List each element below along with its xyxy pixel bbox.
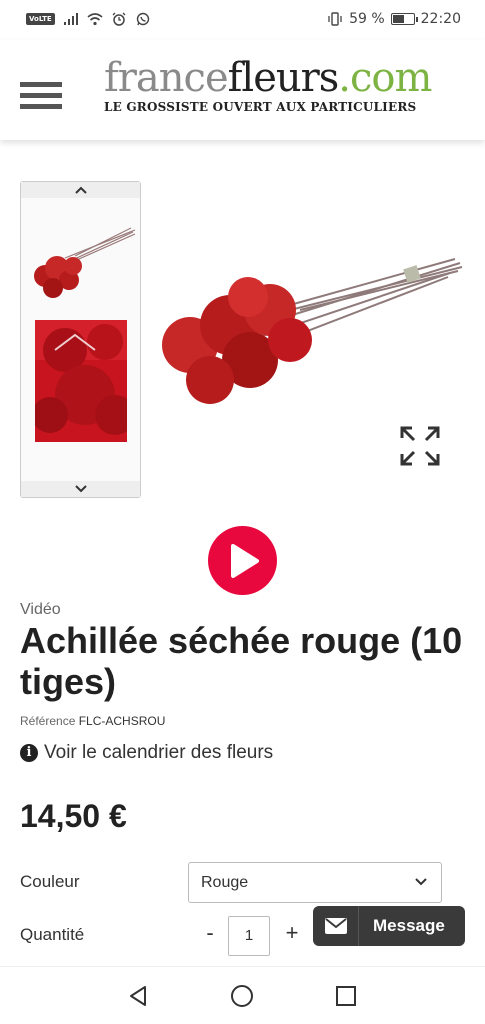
alarm-icon	[112, 12, 126, 26]
battery-icon	[390, 13, 418, 25]
status-bar: VoLTE 59 % 22:20	[0, 0, 485, 40]
signal-icon	[63, 13, 78, 25]
thumbnail-up-button[interactable]	[21, 182, 140, 198]
chevron-up-icon	[74, 186, 87, 194]
envelope-icon	[324, 918, 347, 934]
site-logo[interactable]: francefleurs.com LE GROSSISTE OUVERT AUX…	[104, 58, 444, 114]
battery-level	[392, 15, 404, 23]
expand-icon[interactable]	[400, 426, 440, 466]
system-nav-bar	[0, 966, 485, 1024]
thumbnail-carousel	[20, 181, 141, 498]
product-title: Achillée séchée rouge (10 tiges)	[20, 620, 463, 702]
menu-icon[interactable]	[20, 82, 62, 110]
quantity-decrease-button[interactable]: -	[200, 920, 220, 952]
message-chat-button[interactable]: Message	[313, 906, 465, 946]
info-icon: i	[20, 744, 38, 762]
message-label: Message	[373, 916, 445, 935]
chevron-down-icon	[74, 485, 87, 493]
whatsapp-icon	[136, 12, 149, 26]
thumbnail-closeup[interactable]	[35, 320, 127, 442]
clock: 22:20	[420, 11, 461, 27]
play-video-button[interactable]	[208, 526, 277, 595]
recents-icon[interactable]	[334, 984, 358, 1008]
video-label: Vidéo	[20, 601, 61, 618]
wifi-icon	[87, 13, 103, 26]
vibrate-icon	[328, 12, 342, 26]
home-icon[interactable]	[230, 984, 254, 1008]
quantity-increase-button[interactable]: +	[280, 920, 304, 952]
color-select-value: Rouge	[201, 874, 249, 891]
site-header: francefleurs.com LE GROSSISTE OUVERT AUX…	[0, 40, 485, 140]
product-reference: Référence FLC-ACHSROU	[20, 714, 165, 728]
reference-label: Référence	[20, 714, 76, 728]
product-image[interactable]	[150, 215, 470, 425]
product-price: 14,50 €	[20, 798, 127, 834]
calendar-link[interactable]: i Voir le calendrier des fleurs	[20, 742, 273, 764]
volte-badge: VoLTE	[26, 13, 55, 25]
chevron-down-icon	[415, 878, 427, 886]
logo-france: france	[104, 55, 229, 101]
logo-com: .com	[338, 55, 432, 101]
play-icon	[231, 544, 259, 578]
color-label: Couleur	[20, 872, 80, 891]
quantity-input[interactable]: 1	[228, 916, 270, 956]
logo-tagline: LE GROSSISTE OUVERT AUX PARTICULIERS	[104, 100, 417, 114]
logo-fleurs: fleurs	[227, 55, 340, 101]
calendar-link-text: Voir le calendrier des fleurs	[44, 742, 274, 763]
reference-value: FLC-ACHSROU	[78, 714, 166, 728]
back-icon[interactable]	[126, 984, 150, 1008]
thumbnail-down-button[interactable]	[21, 481, 140, 497]
quantity-label: Quantité	[20, 925, 85, 944]
color-select[interactable]: Rouge	[188, 862, 442, 903]
battery-percent: 59 %	[349, 11, 385, 27]
thumbnail-bouquet[interactable]	[25, 218, 137, 308]
